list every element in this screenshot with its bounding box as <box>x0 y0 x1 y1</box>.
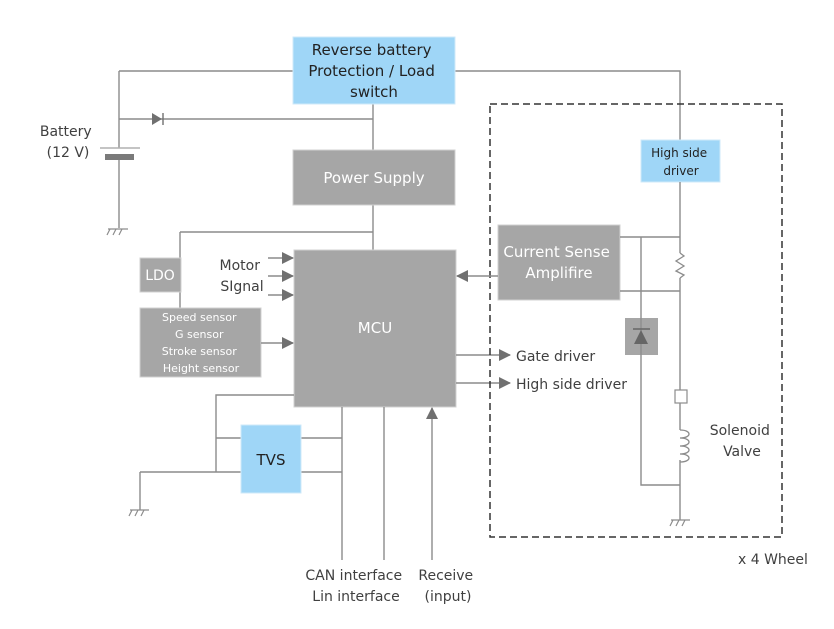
receive-input-label: Receive (input) <box>418 568 477 605</box>
resistor-icon <box>674 252 686 279</box>
wheel-multiplier-label: x 4 Wheel <box>738 552 808 568</box>
ground-icon <box>669 519 690 527</box>
motor-signal-label: Motor SIgnal <box>220 258 265 295</box>
diode-icon <box>152 113 164 125</box>
block-diagram: Battery (12 V) Reverse battery Protectio… <box>40 36 808 605</box>
battery-icon <box>100 147 140 160</box>
high-side-driver-label: High side driver <box>516 377 627 393</box>
mcu-label: MCU <box>358 319 392 337</box>
motor-signal-arrows <box>261 252 294 349</box>
power-supply-label: Power Supply <box>323 169 424 187</box>
flyback-diode-icon <box>625 318 658 355</box>
connector-icon <box>674 389 688 404</box>
ldo-label: LDO <box>145 268 175 284</box>
ground-icon <box>128 509 149 517</box>
tvs-label: TVS <box>256 451 286 469</box>
current-sense-amplifier-block <box>497 224 621 301</box>
can-lin-interface-label: CAN interface Lin interface <box>305 568 406 605</box>
battery-label: Battery (12 V) <box>40 124 96 161</box>
solenoid-valve-label: Solenoid Valve <box>710 423 775 460</box>
coil-icon <box>679 429 690 463</box>
gate-driver-label: Gate driver <box>516 349 595 365</box>
ground-icon <box>106 228 128 236</box>
